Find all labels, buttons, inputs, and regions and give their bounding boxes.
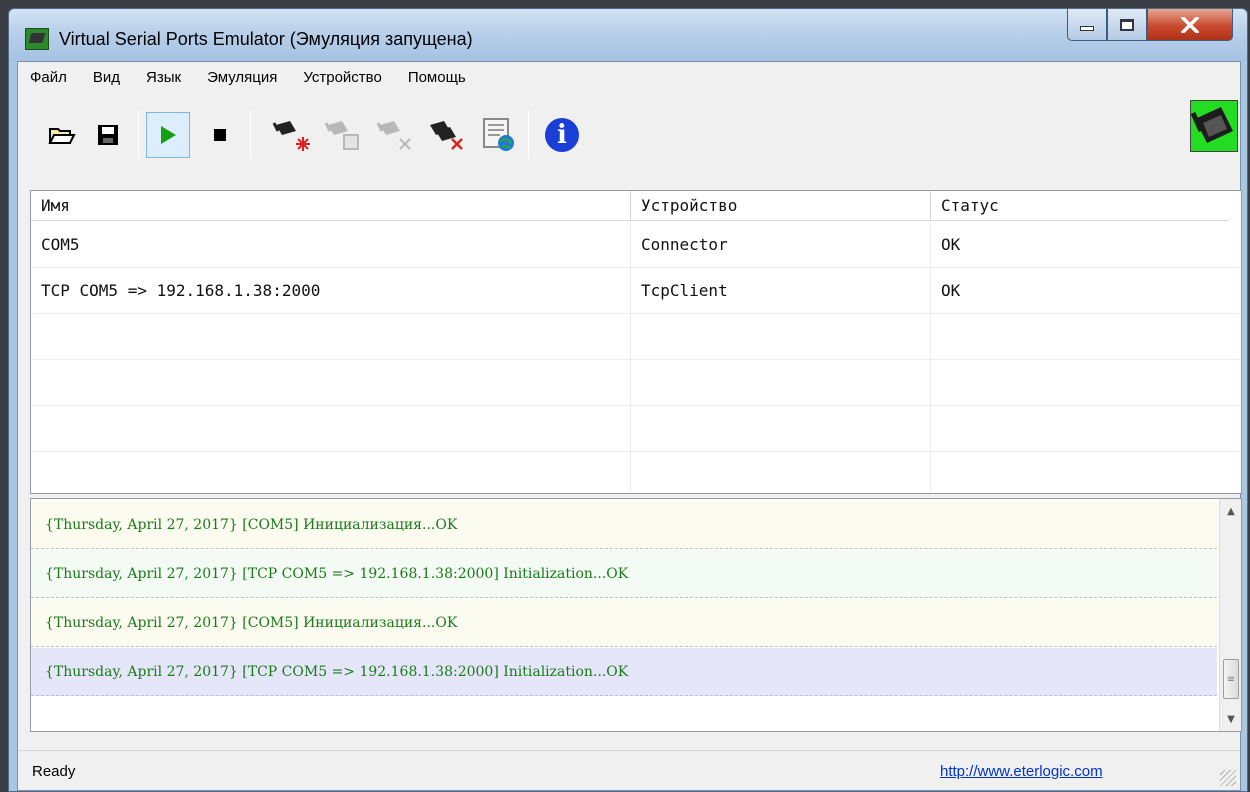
empty-cell — [31, 452, 631, 492]
empty-cell — [631, 452, 931, 492]
log-line[interactable]: {Thursday, April 27, 2017} [COM5] Инициа… — [31, 599, 1217, 647]
scroll-thumb[interactable]: ≡ — [1223, 659, 1239, 699]
scroll-down-arrow-icon[interactable]: ▼ — [1220, 709, 1242, 729]
add-device-icon — [272, 121, 310, 151]
empty-cell — [31, 406, 631, 452]
network-settings-button[interactable] — [476, 112, 520, 158]
toolbar-separator — [250, 110, 251, 158]
empty-cell — [931, 406, 1229, 452]
menu-help[interactable]: Помощь — [406, 66, 468, 89]
add-device-button[interactable] — [268, 112, 312, 158]
info-icon: i — [545, 118, 579, 152]
menu-bar: Файл Вид Язык Эмуляция Устройство Помощь — [18, 62, 1240, 92]
network-settings-icon — [483, 118, 514, 151]
menu-file[interactable]: Файл — [28, 66, 69, 89]
toolbar-separator — [528, 110, 529, 158]
stop-emulation-button[interactable] — [198, 112, 242, 158]
remove-device-icon — [376, 121, 411, 150]
empty-cell — [631, 314, 931, 360]
resize-grip-icon[interactable] — [1220, 770, 1236, 786]
devices-table: Имя Устройство Статус COM5 Connector OK … — [30, 190, 1242, 494]
website-link[interactable]: http://www.eterlogic.com — [940, 763, 1103, 780]
cell-status: OK — [941, 281, 961, 300]
menu-emulation[interactable]: Эмуляция — [205, 66, 279, 89]
menu-language[interactable]: Язык — [144, 66, 183, 89]
log-line-selected[interactable]: {Thursday, April 27, 2017} [TCP COM5 => … — [31, 648, 1217, 696]
log-line[interactable]: {Thursday, April 27, 2017} [TCP COM5 => … — [31, 550, 1217, 598]
cell-device: Connector — [631, 222, 931, 268]
app-window: Virtual Serial Ports Emulator (Эмуляция … — [8, 8, 1248, 792]
start-emulation-button[interactable] — [146, 112, 190, 158]
edit-device-button[interactable] — [320, 112, 364, 158]
cell-name: COM5 — [31, 222, 631, 268]
save-button[interactable] — [86, 112, 130, 158]
minimize-button[interactable] — [1067, 9, 1107, 41]
about-button[interactable]: i — [540, 112, 584, 158]
table-row[interactable]: COM5 Connector OK — [31, 222, 1241, 268]
status-text: Ready — [32, 763, 76, 780]
save-disk-icon — [98, 125, 118, 145]
empty-cell — [631, 406, 931, 452]
cell-device: TcpClient — [631, 268, 931, 314]
minimize-icon — [1080, 26, 1094, 31]
maximize-icon — [1120, 18, 1134, 31]
emulation-status-icon — [1190, 100, 1238, 152]
column-header-name[interactable]: Имя — [31, 191, 631, 221]
edit-device-icon — [324, 121, 359, 150]
client-area: Файл Вид Язык Эмуляция Устройство Помощь — [17, 61, 1242, 791]
play-icon — [161, 126, 176, 144]
empty-row — [31, 406, 1241, 452]
empty-row — [31, 452, 1241, 492]
cell-status: OK — [941, 235, 961, 254]
scroll-up-arrow-icon[interactable]: ▲ — [1220, 501, 1242, 521]
status-bar: Ready http://www.eterlogic.com — [18, 750, 1240, 790]
open-button[interactable] — [40, 112, 84, 158]
open-folder-icon — [48, 128, 76, 144]
maximize-button[interactable] — [1107, 9, 1147, 41]
toolbar: i — [18, 96, 1240, 176]
empty-cell — [931, 452, 1229, 492]
remove-device-button[interactable] — [372, 112, 416, 158]
close-icon — [1181, 16, 1199, 33]
empty-cell — [931, 314, 1229, 360]
cell-name: TCP COM5 => 192.168.1.38:2000 — [31, 268, 631, 314]
serial-port-icon — [1190, 107, 1233, 143]
table-row[interactable]: TCP COM5 => 192.168.1.38:2000 TcpClient … — [31, 268, 1241, 314]
window-title: Virtual Serial Ports Emulator (Эмуляция … — [59, 29, 473, 49]
log-scrollbar[interactable]: ▲ ≡ ▼ — [1219, 499, 1241, 731]
empty-cell — [631, 360, 931, 406]
toolbar-separator — [138, 110, 139, 158]
close-button[interactable] — [1147, 9, 1233, 41]
remove-all-devices-icon — [430, 121, 463, 150]
table-header: Имя Устройство Статус — [31, 191, 1229, 221]
column-header-status[interactable]: Статус — [931, 191, 1229, 221]
log-panel[interactable]: {Thursday, April 27, 2017} [COM5] Инициа… — [30, 498, 1242, 732]
stop-icon — [214, 129, 226, 141]
empty-row — [31, 360, 1241, 406]
column-header-device[interactable]: Устройство — [631, 191, 931, 221]
remove-all-devices-button[interactable] — [424, 112, 468, 158]
menu-view[interactable]: Вид — [91, 66, 122, 89]
empty-cell — [931, 360, 1229, 406]
menu-device[interactable]: Устройство — [301, 66, 383, 89]
empty-cell — [31, 360, 631, 406]
empty-row — [31, 314, 1241, 360]
title-bar[interactable]: Virtual Serial Ports Emulator (Эмуляция … — [9, 9, 1247, 61]
app-icon — [25, 28, 49, 50]
log-line[interactable]: {Thursday, April 27, 2017} [COM5] Инициа… — [31, 501, 1217, 549]
empty-cell — [31, 314, 631, 360]
